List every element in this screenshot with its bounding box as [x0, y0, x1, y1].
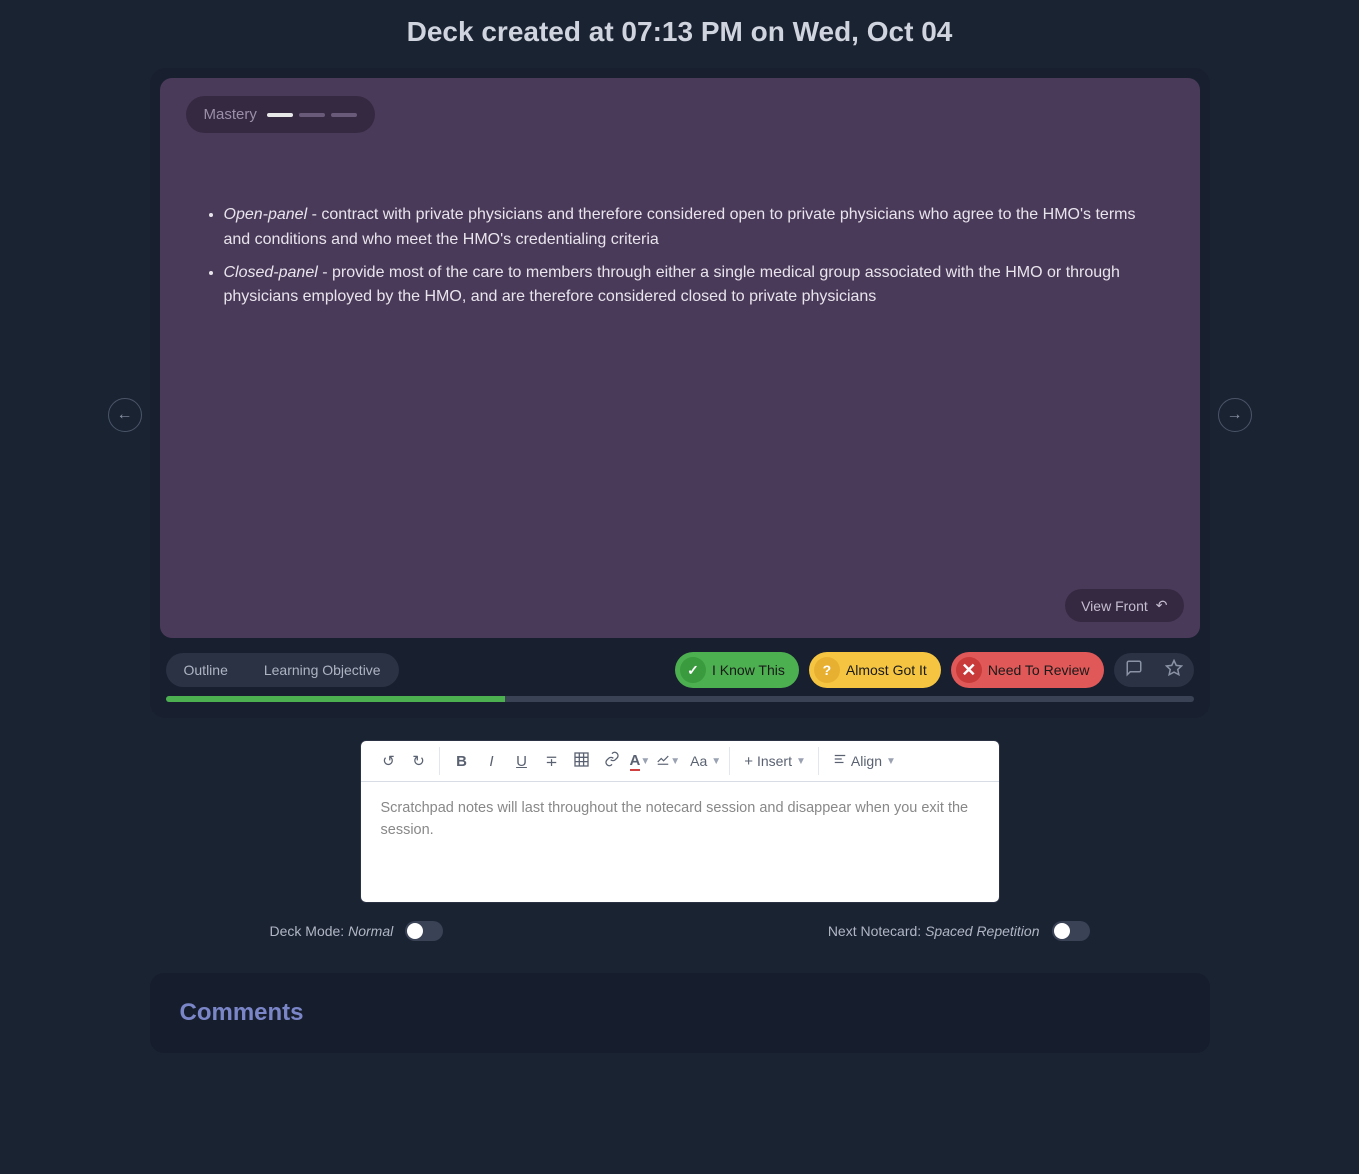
- link-button[interactable]: [598, 747, 626, 775]
- rating-actions: ✓ I Know This ? Almost Got It ✕ Need To …: [675, 652, 1194, 688]
- card-content: Open-panel - contract with private physi…: [186, 203, 1174, 310]
- chevron-down-icon: ▼: [886, 756, 896, 767]
- arrow-left-icon: ←: [117, 406, 133, 424]
- x-icon: ✕: [956, 657, 982, 683]
- almost-got-it-button[interactable]: ? Almost Got It: [809, 652, 941, 688]
- highlight-button[interactable]: ▼: [654, 747, 682, 775]
- switch-knob: [1054, 923, 1070, 939]
- mastery-bar-3: [331, 113, 357, 117]
- font-size-button[interactable]: Aa ▼: [684, 747, 723, 775]
- chevron-down-icon: ▼: [670, 756, 680, 767]
- notecard-back: Mastery Open-panel - contract with priva…: [160, 78, 1200, 638]
- chevron-down-icon: ▼: [796, 756, 806, 767]
- underline-icon: U: [516, 753, 527, 770]
- comments-panel: Comments: [150, 973, 1210, 1053]
- plus-icon: +: [744, 753, 753, 770]
- card-container: Mastery Open-panel - contract with priva…: [150, 68, 1210, 718]
- next-notecard-toggle[interactable]: [1052, 921, 1090, 941]
- star-icon: [1165, 659, 1183, 682]
- italic-button[interactable]: I: [478, 747, 506, 775]
- arrow-right-icon: →: [1227, 406, 1243, 424]
- bullet-text: - contract with private physicians and t…: [224, 206, 1136, 248]
- mastery-bars: [267, 113, 357, 117]
- next-notecard-row: Next Notecard: Spaced Repetition: [828, 921, 1090, 941]
- highlight-icon: [656, 752, 670, 770]
- align-button[interactable]: Align ▼: [827, 747, 902, 775]
- underline-button[interactable]: U: [508, 747, 536, 775]
- check-icon: ✓: [680, 657, 706, 683]
- mastery-bar-2: [299, 113, 325, 117]
- card-extra-actions: [1114, 653, 1194, 687]
- strikethrough-icon: ∓: [545, 752, 558, 770]
- undo-icon: ↺: [382, 752, 395, 770]
- align-left-icon: [833, 752, 847, 770]
- strikethrough-button[interactable]: ∓: [538, 747, 566, 775]
- next-notecard-value: Spaced Repetition: [925, 923, 1039, 939]
- align-label: Align: [847, 753, 886, 769]
- bullet-term: Open-panel: [224, 206, 308, 223]
- controls-row: Outline Learning Objective ✓ I Know This…: [160, 638, 1200, 696]
- mastery-label: Mastery: [204, 106, 257, 123]
- progress-bar: [166, 696, 1194, 702]
- insert-label: Insert: [753, 753, 796, 769]
- deck-mode-value: Normal: [348, 923, 393, 939]
- page-title: Deck created at 07:13 PM on Wed, Oct 04: [0, 0, 1359, 68]
- mastery-bar-1: [267, 113, 293, 117]
- table-icon: [574, 752, 589, 771]
- i-know-this-button[interactable]: ✓ I Know This: [675, 652, 799, 688]
- next-notecard-label: Next Notecard:: [828, 923, 925, 939]
- tab-outline[interactable]: Outline: [166, 653, 246, 687]
- link-icon: [604, 751, 620, 771]
- deck-mode-toggle[interactable]: [405, 921, 443, 941]
- progress-fill: [166, 696, 505, 702]
- next-card-button[interactable]: →: [1218, 398, 1252, 432]
- bottom-toggles: Deck Mode: Normal Next Notecard: Spaced …: [210, 921, 1150, 941]
- view-front-button[interactable]: View Front ↶: [1065, 589, 1183, 622]
- deck-mode-label: Deck Mode:: [270, 923, 349, 939]
- bullet-text: - provide most of the care to members th…: [224, 264, 1120, 306]
- view-front-label: View Front: [1081, 598, 1148, 614]
- bold-icon: B: [456, 753, 467, 770]
- bold-button[interactable]: B: [448, 747, 476, 775]
- main-wrap: ← → Mastery Open-panel - contract with p…: [90, 68, 1270, 1053]
- mastery-pill: Mastery: [186, 96, 375, 133]
- review-label: Need To Review: [988, 662, 1090, 678]
- know-label: I Know This: [712, 662, 785, 678]
- scratchpad-textarea[interactable]: Scratchpad notes will last throughout th…: [361, 782, 999, 902]
- text-color-icon: A: [630, 752, 641, 771]
- prev-card-button[interactable]: ←: [108, 398, 142, 432]
- card-tabs: Outline Learning Objective: [166, 653, 399, 687]
- editor-toolbar: ↺ ↻ B I U ∓ A ▼: [361, 741, 999, 782]
- bullet-item: Open-panel - contract with private physi…: [224, 203, 1164, 253]
- table-button[interactable]: [568, 747, 596, 775]
- almost-label: Almost Got It: [846, 662, 927, 678]
- comments-title: Comments: [180, 999, 1180, 1027]
- bullet-term: Closed-panel: [224, 264, 318, 281]
- redo-button[interactable]: ↻: [405, 747, 433, 775]
- italic-icon: I: [489, 753, 493, 770]
- question-icon: ?: [814, 657, 840, 683]
- need-to-review-button[interactable]: ✕ Need To Review: [951, 652, 1104, 688]
- undo-icon: ↶: [1156, 597, 1168, 614]
- insert-button[interactable]: + Insert ▼: [738, 747, 812, 775]
- text-color-button[interactable]: A ▼: [628, 747, 653, 775]
- undo-button[interactable]: ↺: [375, 747, 403, 775]
- switch-knob: [407, 923, 423, 939]
- redo-icon: ↻: [412, 752, 425, 770]
- star-button[interactable]: [1154, 653, 1194, 687]
- tab-learning-objective[interactable]: Learning Objective: [246, 653, 399, 687]
- comment-button[interactable]: [1114, 653, 1154, 687]
- deck-mode-row: Deck Mode: Normal: [270, 921, 444, 941]
- bullet-item: Closed-panel - provide most of the care …: [224, 261, 1164, 311]
- chevron-down-icon: ▼: [711, 756, 721, 767]
- comment-icon: [1125, 659, 1143, 682]
- scratchpad-editor: ↺ ↻ B I U ∓ A ▼: [360, 740, 1000, 903]
- chevron-down-icon: ▼: [640, 756, 650, 767]
- font-size-label: Aa: [686, 753, 711, 769]
